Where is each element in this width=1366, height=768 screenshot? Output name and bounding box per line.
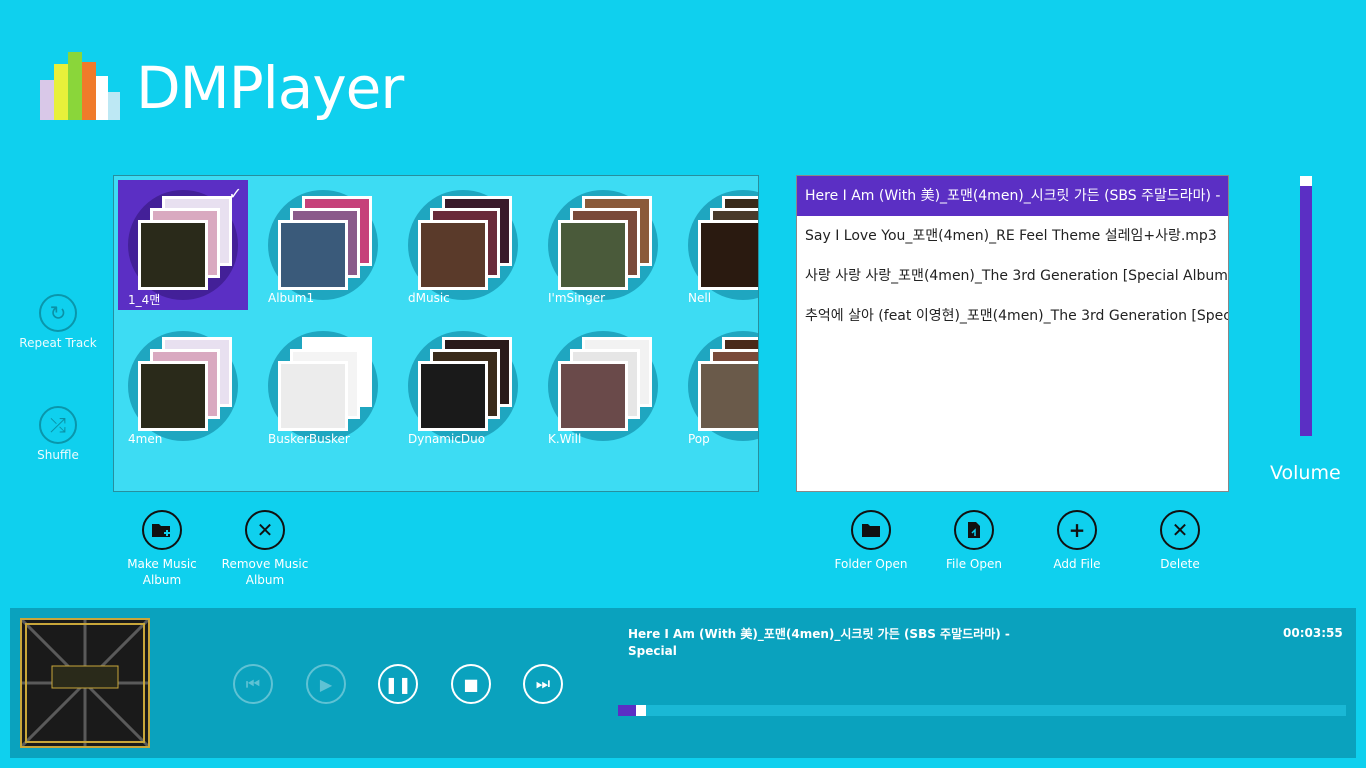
album-name: 4men	[128, 432, 163, 446]
album-name: Nell	[688, 291, 712, 305]
album-cover	[698, 220, 758, 290]
remove-music-album-button[interactable]: ✕ Remove Music Album	[215, 510, 315, 588]
album-cover	[418, 361, 488, 431]
playlist[interactable]: Here I Am (With 美)_포맨(4men)_시크릿 가든 (SBS …	[796, 175, 1229, 492]
album-tile[interactable]: Nell	[678, 180, 758, 310]
folder-open-label: Folder Open	[834, 557, 908, 571]
file-open-button[interactable]: File Open	[924, 510, 1024, 572]
stop-icon: ■	[463, 674, 479, 694]
album-name: BuskerBusker	[268, 432, 350, 446]
play-button[interactable]: ▶	[306, 664, 346, 704]
make-music-album-label-2: Album	[142, 573, 182, 587]
app-title: DMPlayer	[136, 54, 404, 122]
album-name: DynamicDuo	[408, 432, 486, 446]
checkmark-icon: ✓	[228, 184, 242, 203]
progress-thumb[interactable]	[636, 705, 646, 716]
track-list: Here I Am (With 美)_포맨(4men)_시크릿 가든 (SBS …	[797, 176, 1228, 336]
pause-button[interactable]: ❚❚	[378, 664, 418, 704]
album-name: Pop	[688, 432, 710, 446]
next-icon: ⏭	[535, 674, 551, 693]
album-tile[interactable]: K.Will	[538, 321, 668, 451]
folder-icon	[851, 510, 891, 550]
album-name: dMusic	[408, 291, 450, 305]
add-folder-icon	[142, 510, 182, 550]
album-name: I'mSinger	[548, 291, 606, 305]
stop-button[interactable]: ■	[451, 664, 491, 704]
playlist-item[interactable]: 추억에 살아 (feat 이영현)_포맨(4men)_The 3rd Gener…	[797, 296, 1228, 336]
previous-button[interactable]: ⏮	[233, 664, 273, 704]
folder-open-button[interactable]: Folder Open	[821, 510, 921, 572]
progress-bar[interactable]	[618, 705, 1346, 716]
repeat-track-button[interactable]: ↻ Repeat Track	[8, 294, 108, 350]
file-icon	[954, 510, 994, 550]
album-cover	[418, 220, 488, 290]
album-tile[interactable]: Album1	[258, 180, 388, 310]
playlist-item[interactable]: 사랑 사랑 사랑_포맨(4men)_The 3rd Generation [Sp…	[797, 256, 1228, 296]
album-tile[interactable]: BuskerBusker	[258, 321, 388, 451]
album-tile[interactable]: dMusic	[398, 180, 528, 310]
app-logo	[40, 52, 120, 120]
album-name: 1_4맨	[128, 293, 161, 307]
remove-icon: ✕	[245, 510, 285, 550]
add-file-label: Add File	[1053, 557, 1101, 571]
album-tile[interactable]: Pop	[678, 321, 758, 451]
volume-slider[interactable]	[1300, 176, 1312, 436]
playlist-item[interactable]: Here I Am (With 美)_포맨(4men)_시크릿 가든 (SBS …	[797, 176, 1228, 216]
album-grid[interactable]: 1_4맨 ✓ Album1 dMusic I'mSinger Nell 4men Busker…	[113, 175, 759, 492]
now-playing-time: 00:03:55	[1283, 626, 1343, 640]
plus-icon: +	[1057, 510, 1097, 550]
shuffle-icon: ⤮	[39, 406, 77, 444]
volume-label: Volume	[1270, 462, 1341, 484]
album-tile[interactable]: 1_4맨 ✓	[118, 180, 248, 310]
remove-music-album-label-1: Remove Music	[221, 557, 309, 571]
album-tile[interactable]: 4men	[118, 321, 248, 451]
repeat-track-label: Repeat Track	[19, 336, 97, 350]
next-button[interactable]: ⏭	[523, 664, 563, 704]
now-playing-title: Here I Am (With 美)_포맨(4men)_시크릿 가든 (SBS …	[628, 627, 1010, 658]
delete-label: Delete	[1160, 557, 1200, 571]
album-tile[interactable]: DynamicDuo	[398, 321, 528, 451]
playlist-item[interactable]: Say I Love You_포맨(4men)_RE Feel Theme 설레…	[797, 216, 1228, 256]
album-cover	[278, 220, 348, 290]
remove-music-album-label-2: Album	[245, 573, 285, 587]
repeat-one-icon: ↻	[39, 294, 77, 332]
pause-icon: ❚❚	[384, 674, 412, 694]
album-cover	[138, 220, 208, 290]
shuffle-label: Shuffle	[37, 448, 79, 462]
album-name: K.Will	[548, 432, 582, 446]
now-playing-cover	[20, 618, 150, 748]
volume-thumb[interactable]	[1300, 176, 1312, 186]
album-cover	[558, 220, 628, 290]
player-bar: ⏮ ▶ ❚❚ ■ ⏭ Here I Am (With 美)_포맨(4men)_시…	[10, 608, 1356, 758]
file-open-label: File Open	[946, 557, 1002, 571]
album-cover	[698, 361, 758, 431]
album-cover	[558, 361, 628, 431]
album-name: Album1	[268, 291, 315, 305]
album-tile[interactable]: I'mSinger	[538, 180, 668, 310]
add-file-button[interactable]: + Add File	[1027, 510, 1127, 572]
make-music-album-button[interactable]: Make Music Album	[112, 510, 212, 588]
previous-icon: ⏮	[245, 674, 261, 693]
delete-button[interactable]: ✕ Delete	[1130, 510, 1230, 572]
progress-fill	[618, 705, 636, 716]
play-icon: ▶	[319, 674, 333, 694]
delete-icon: ✕	[1160, 510, 1200, 550]
album-cover	[278, 361, 348, 431]
album-cover	[138, 361, 208, 431]
shuffle-button[interactable]: ⤮ Shuffle	[8, 406, 108, 462]
make-music-album-label-1: Make Music	[127, 557, 197, 571]
